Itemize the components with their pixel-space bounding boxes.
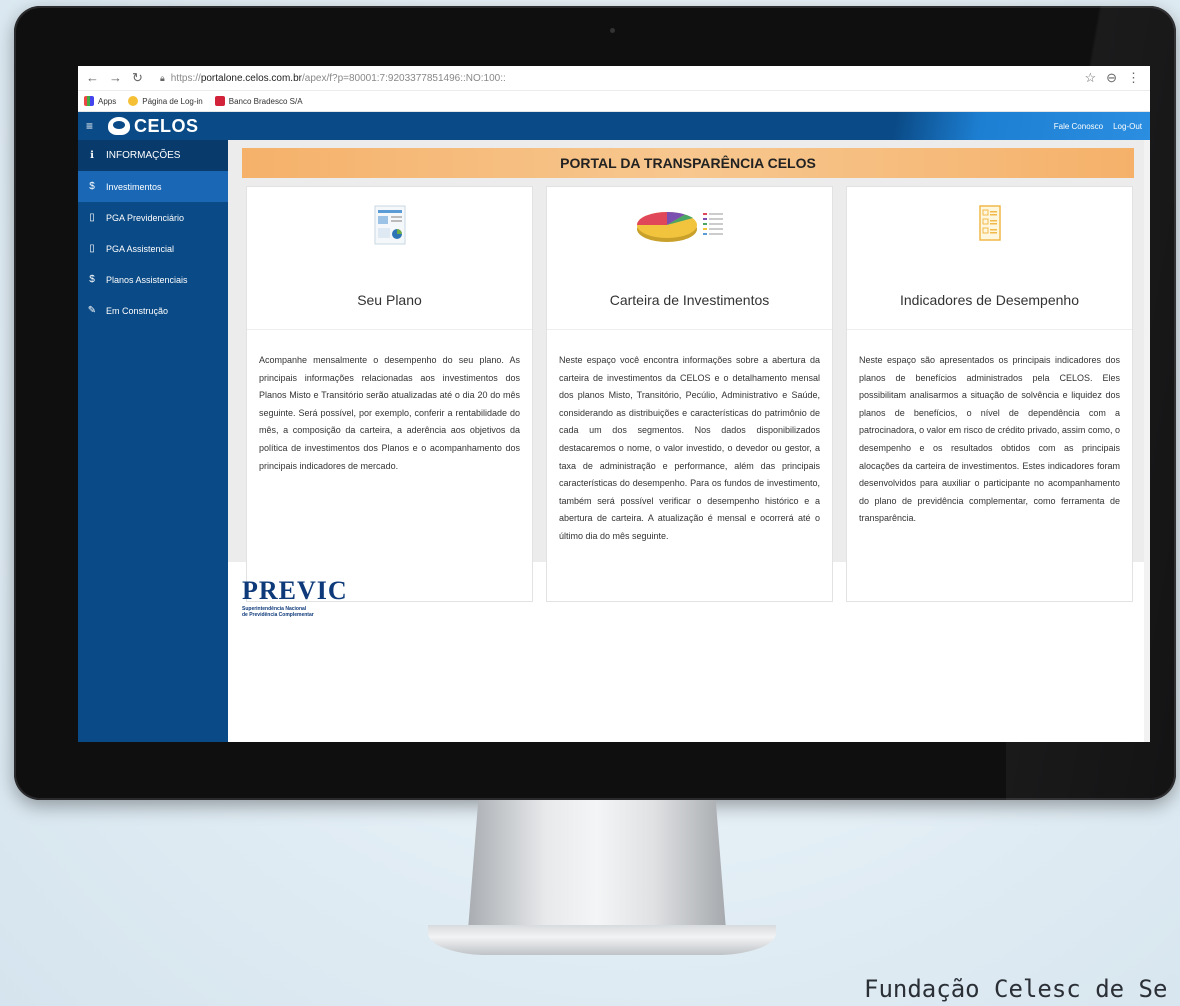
sidebar-item-em-construcao[interactable]: ✎ Em Construção	[78, 295, 228, 326]
camera-dot	[610, 28, 615, 33]
dollar-icon: $	[89, 274, 95, 285]
sidebar-item-investimentos[interactable]: $ Investimentos	[78, 171, 228, 202]
footer-caption: Fundação Celesc de Se	[864, 975, 1168, 1003]
scrollbar[interactable]	[1144, 140, 1150, 742]
logout-link[interactable]: Log-Out	[1113, 122, 1142, 131]
card-title: Seu Plano	[357, 292, 422, 308]
bookmark-apps[interactable]: Apps	[84, 96, 116, 106]
star-icon[interactable]: ☆	[1084, 70, 1096, 86]
main-content: PORTAL DA TRANSPARÊNCIA CELOS Seu Plano …	[228, 140, 1150, 742]
card-description: Neste espaço você encontra informações s…	[559, 355, 820, 541]
reload-icon[interactable]: ↻	[132, 70, 143, 86]
browser-toolbar: ← → ↻ 🔒︎ https://portalone.celos.com.br/…	[78, 66, 1150, 91]
hamburger-icon[interactable]: ≡	[86, 119, 104, 133]
account-icon[interactable]: ⊖	[1106, 70, 1117, 86]
bradesco-icon	[214, 96, 225, 106]
card-description: Neste espaço são apresentados os princip…	[859, 355, 1120, 524]
card-title: Indicadores de Desempenho	[899, 292, 1079, 308]
app-header: ≡ CELOS Fale Conosco Log-Out	[78, 112, 1150, 140]
screen: ← → ↻ 🔒︎ https://portalone.celos.com.br/…	[78, 66, 1150, 742]
card-indicadores-desempenho[interactable]: Indicadores de Desempenho Neste espaço s…	[846, 186, 1133, 602]
bookmark-login[interactable]: Página de Log-in	[128, 96, 203, 106]
menu-dots-icon[interactable]: ⋮	[1127, 70, 1140, 86]
list-document-icon	[978, 205, 1001, 241]
sidebar-item-informacoes[interactable]: ℹ INFORMAÇÕES	[78, 140, 228, 171]
file-icon: ▯	[89, 243, 95, 254]
bookmarks-bar: Apps Página de Log-in Banco Bradesco S/A	[78, 91, 1150, 112]
monitor-bezel: ← → ↻ 🔒︎ https://portalone.celos.com.br/…	[14, 6, 1176, 800]
file-icon: ▯	[89, 212, 95, 223]
info-icon: ℹ	[90, 150, 94, 161]
celos-mark-icon	[108, 117, 130, 135]
card-carteira-investimentos[interactable]: Carteira de Investimentos Neste espaço v…	[546, 186, 833, 602]
monitor-stand	[468, 800, 726, 930]
sidebar-item-pga-previdenciario[interactable]: ▯ PGA Previdenciário	[78, 202, 228, 233]
card-description: Acompanhe mensalmente o desempenho do se…	[259, 355, 520, 471]
sidebar-item-planos-assistenciais[interactable]: $ Planos Assistenciais	[78, 264, 228, 295]
apps-grid-icon	[84, 96, 94, 106]
page-title: PORTAL DA TRANSPARÊNCIA CELOS	[242, 148, 1134, 178]
pie-chart-icon	[636, 211, 723, 242]
report-thumbnail-icon	[374, 205, 405, 245]
file-edit-icon: ✎	[87, 305, 97, 316]
monitor-base	[428, 925, 776, 955]
forward-icon[interactable]: →	[109, 70, 122, 86]
previc-logo[interactable]: PREVIC Superintendência Nacional de Prev…	[242, 576, 348, 618]
lock-icon: 🔒︎	[160, 72, 165, 83]
address-bar[interactable]: 🔒︎ https://portalone.celos.com.br/apex/f…	[160, 73, 1084, 84]
sidebar-item-pga-assistencial[interactable]: ▯ PGA Assistencial	[78, 233, 228, 264]
contact-link[interactable]: Fale Conosco	[1054, 122, 1103, 131]
sidebar: ℹ INFORMAÇÕES $ Investimentos ▯ PGA Prev…	[78, 140, 228, 742]
celos-logo[interactable]: CELOS	[108, 116, 199, 137]
back-icon[interactable]: ←	[86, 70, 99, 86]
dollar-icon: $	[89, 181, 95, 192]
card-seu-plano[interactable]: Seu Plano Acompanhe mensalmente o desemp…	[246, 186, 533, 602]
login-icon	[128, 96, 139, 106]
bookmark-bradesco[interactable]: Banco Bradesco S/A	[214, 96, 303, 106]
card-title: Carteira de Investimentos	[609, 292, 770, 308]
